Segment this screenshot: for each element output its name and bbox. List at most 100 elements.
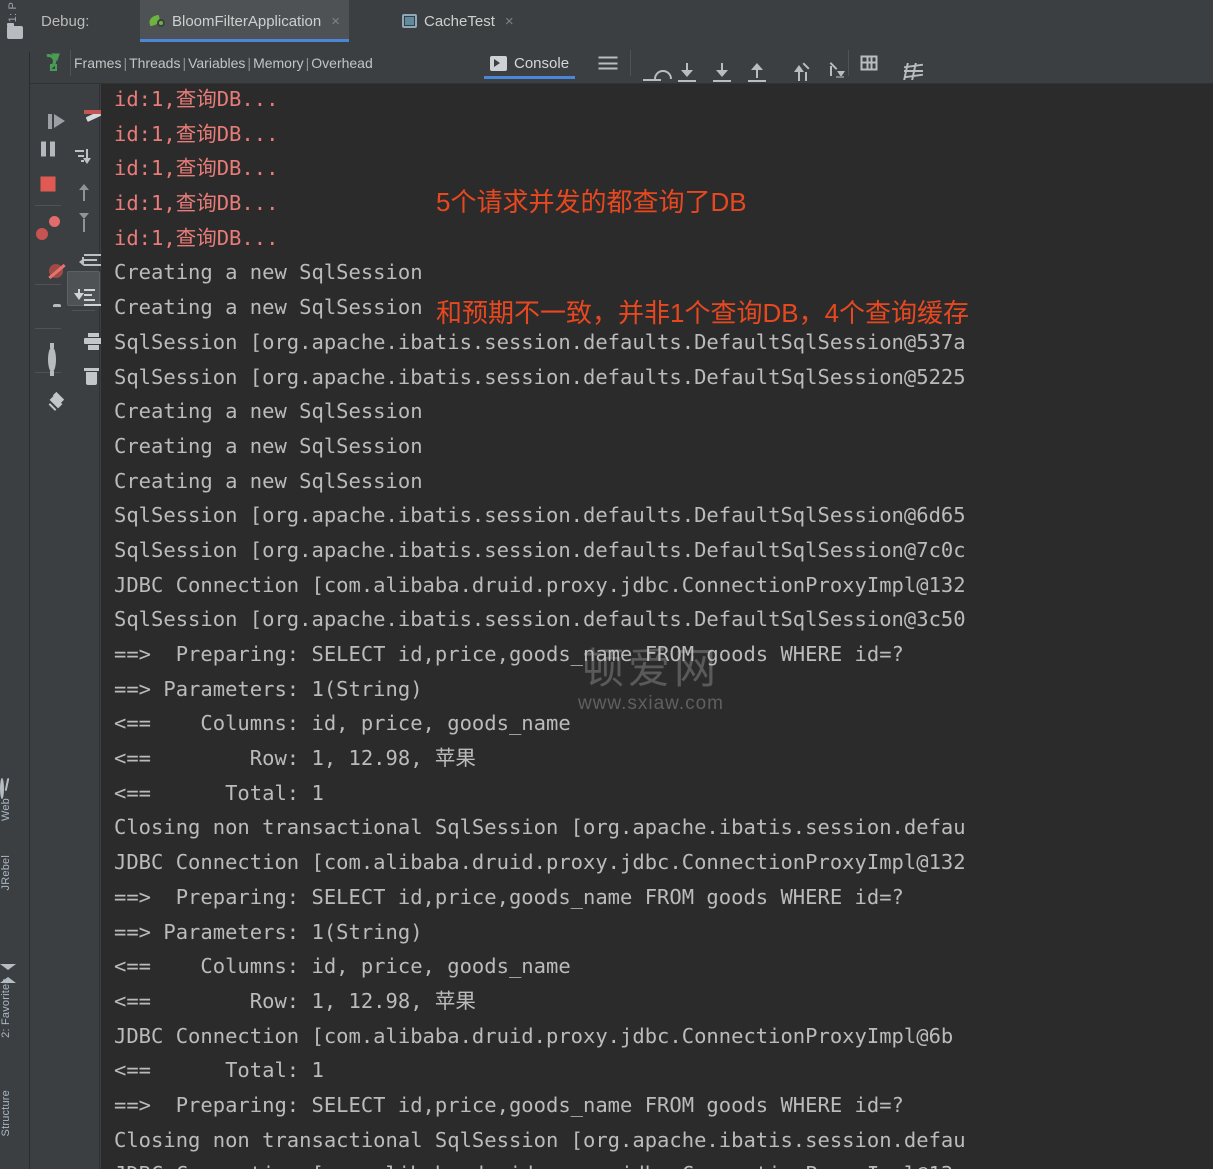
console-line: Creating a new SqlSession [114,468,423,493]
console-line: ==> Parameters: 1(String) [114,676,423,701]
console-line: <== Total: 1 [114,1058,324,1083]
view-breakpoints-icon[interactable] [30,210,66,245]
gutter-divider [35,205,61,206]
pause-program-icon[interactable] [30,131,66,166]
console-line: <== Row: 1, 12.98, 苹果 [114,746,476,771]
annotation-line-1: 5个请求并发的都查询了DB [436,187,747,217]
nav-item-threads[interactable]: Threads [129,55,180,71]
sidebar-item-label-web: Web [0,798,12,822]
gutter-divider [72,310,95,311]
debug-actions-column-a [30,84,66,412]
left-rail-top-segment: 1: P [0,0,30,52]
debug-action-gutter [30,84,103,1169]
sidebar-item-jrebel[interactable]: JRebel [0,855,30,890]
soft-wrap-lines-icon[interactable] [67,236,103,271]
console-line: ==> Parameters: 1(String) [114,919,423,944]
tab-cachetest[interactable]: CacheTest × [393,0,523,42]
spring-boot-icon [148,13,165,29]
print-icon[interactable] [67,315,103,350]
annotation-line-2: 和预期不一致，并非1个查询DB，4个查询缓存 [436,298,970,328]
toolbar-divider [630,50,631,76]
settings-gear-icon[interactable] [30,333,66,376]
down-arrow-icon[interactable] [67,201,100,236]
sidebar-item-label-favorites: 2: Favorites [0,978,12,1038]
run-to-cursor-icon[interactable] [775,42,810,84]
step-over-icon[interactable] [635,42,672,84]
console-line: ==> Preparing: SELECT id,price,goods_nam… [114,642,904,666]
tab-console-label: Console [514,54,570,72]
sidebar-item-label-structure: Structure [0,1090,12,1137]
nav-separator: | [247,55,252,71]
debug-tool-window-screenshot: 1: P Web JRebel 2: Favorites Structure D… [0,0,1213,1169]
pin-tab-icon[interactable] [30,377,66,412]
tab-label: CacheTest [424,12,495,30]
screenshot-icon[interactable] [30,289,66,324]
console-line: JDBC Connection [com.alibaba.druid.proxy… [114,850,966,875]
terminal-icon [490,55,507,71]
tab-bloomfilterapplication[interactable]: BloomFilterApplication × [140,0,349,42]
left-tool-rail: 1: P Web JRebel 2: Favorites Structure [0,0,30,1169]
console-actions-column-b [67,84,103,385]
debug-toolstrip: Frames | Threads | Variables | Memory | Overhead… [30,42,1213,84]
drop-frame-icon[interactable] [810,42,845,84]
folder-icon[interactable] [7,23,23,39]
sidebar-item-label-jrebel: JRebel [0,855,12,891]
stop-icon[interactable] [30,166,66,201]
left-rail-project-label[interactable]: 1: P [7,2,19,22]
edit-pencil-icon[interactable] [67,96,103,131]
sidebar-item-structure[interactable]: Structure [0,1090,30,1136]
toolbar-divider [848,50,849,76]
console-line: JDBC Connection [com.alibaba.druid.proxy… [114,1157,966,1169]
gutter-divider [35,328,61,329]
debug-session-tab-bar: Debug: BloomFilterApplication × CacheTes… [30,0,1213,42]
nav-item-variables[interactable]: Variables [188,55,245,71]
soft-wrap-icon[interactable] [591,42,625,84]
up-arrow-icon[interactable] [67,166,100,201]
console-line: Closing non transactional SqlSession [or… [114,1127,966,1152]
nav-item-frames[interactable]: Frames [74,55,121,71]
console-line: Closing non transactional SqlSession [or… [114,815,966,840]
nav-separator: | [182,55,187,71]
console-line: <== Columns: id, price, goods_name [114,954,571,979]
rerun-icon[interactable] [38,49,64,75]
clear-all-icon[interactable] [67,350,100,385]
nav-item-overhead[interactable]: Overhead [311,55,372,71]
console-line: <== Total: 1 [114,780,324,805]
debug-views-nav: Frames | Threads | Variables | Memory | Overhead [74,55,373,71]
nav-separator: | [123,55,128,71]
force-step-into-icon[interactable] [705,42,739,84]
console-line: ==> Preparing: SELECT id,price,goods_nam… [114,1092,904,1117]
console-line: JDBC Connection [com.alibaba.druid.proxy… [114,1023,954,1048]
toolbar-divider [70,50,71,76]
step-into-icon[interactable] [670,42,704,84]
console-line: SqlSession [org.apache.ibatis.session.de… [114,503,966,528]
annotation-overlay: 5个请求并发的都查询了DB 和预期不一致，并非1个查询DB，4个查询缓存 [436,110,969,406]
mute-breakpoints-icon[interactable] [30,245,66,280]
console-line: <== Row: 1, 12.98, 苹果 [114,988,476,1013]
sidebar-item-favorites[interactable]: 2: Favorites [0,960,30,1038]
console-line: ==> Preparing: SELECT id,price,goods_nam… [114,884,904,909]
debug-window: Debug: BloomFilterApplication × CacheTes… [30,0,1213,1169]
debug-label: Debug: [41,13,90,30]
globe-icon [0,778,4,799]
close-icon[interactable]: × [331,13,340,30]
gutter-divider [35,284,61,285]
scroll-to-end-icon[interactable] [67,271,103,306]
sort-descending-icon[interactable] [67,131,100,166]
console-line: Creating a new SqlSession [114,433,423,458]
console-line: SqlSession [org.apache.ibatis.session.de… [114,537,966,562]
sidebar-item-web[interactable]: Web [0,778,30,822]
nav-item-memory[interactable]: Memory [253,55,304,71]
console-line: SqlSession [org.apache.ibatis.session.de… [114,607,966,632]
console-line: <== Columns: id, price, goods_name [114,711,571,736]
close-icon[interactable]: × [505,13,514,30]
tab-console[interactable]: Console [482,42,577,84]
resume-program-icon[interactable] [30,96,66,131]
settings-scissors-icon[interactable] [887,42,924,84]
tab-label: BloomFilterApplication [172,12,322,30]
console-line: JDBC Connection [com.alibaba.druid.proxy… [114,572,966,597]
gutter-divider [35,372,61,373]
junit-icon [402,14,417,28]
evaluate-grid-icon[interactable] [852,42,886,84]
step-out-icon[interactable] [740,42,774,84]
